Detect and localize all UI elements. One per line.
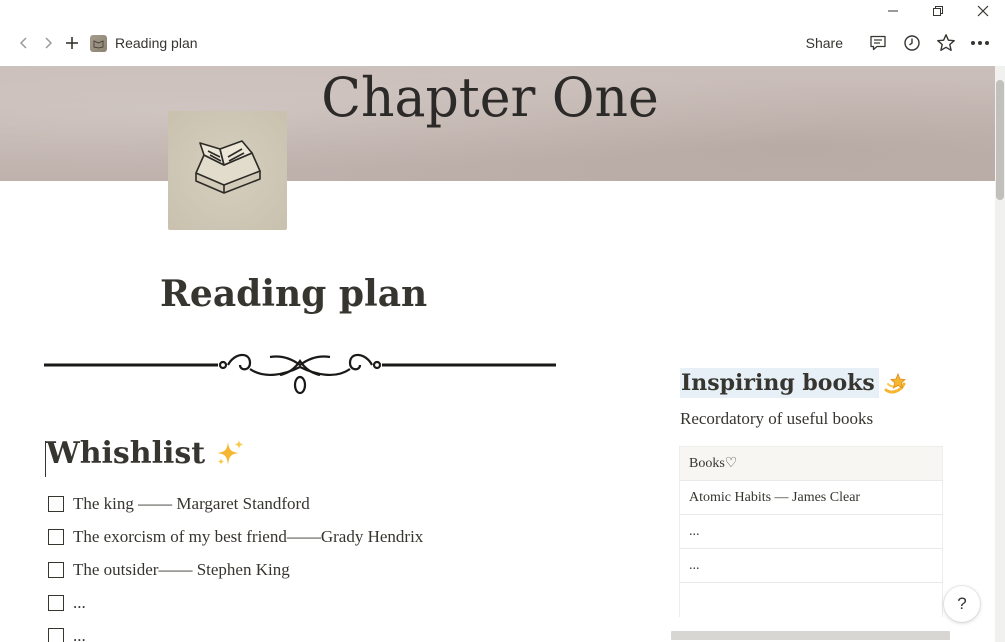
close-icon bbox=[977, 5, 988, 17]
todo-item: ... bbox=[48, 586, 423, 619]
books-table: Books♡ Atomic Habits — James Clear ... .… bbox=[679, 446, 943, 617]
more-icon bbox=[971, 41, 989, 45]
more-button[interactable] bbox=[967, 30, 993, 56]
chevron-left-icon bbox=[19, 37, 27, 49]
forward-button[interactable] bbox=[36, 31, 60, 55]
todo-checkbox[interactable] bbox=[48, 594, 64, 611]
plus-icon bbox=[66, 37, 78, 49]
todo-text[interactable]: ... bbox=[73, 626, 86, 642]
page-scrollbar[interactable] bbox=[995, 66, 1005, 642]
page-cover[interactable]: Chapter One bbox=[0, 66, 996, 181]
page-title[interactable]: Reading plan bbox=[160, 273, 427, 315]
window-controls bbox=[870, 0, 1005, 22]
todo-text[interactable]: The outsider—— Stephen King bbox=[73, 560, 290, 580]
navigation: Reading plan bbox=[12, 30, 198, 56]
comment-icon bbox=[870, 35, 886, 51]
inspiring-books-subtitle[interactable]: Recordatory of useful books bbox=[680, 409, 873, 429]
table-horizontal-scrollbar[interactable] bbox=[671, 631, 950, 640]
book-page-icon bbox=[90, 34, 107, 52]
todo-item: ... bbox=[48, 619, 423, 642]
todo-text[interactable]: ... bbox=[73, 593, 86, 613]
wishlist-todo-list: The king —— Margaret Standford The exorc… bbox=[48, 487, 423, 642]
cover-text: Chapter One bbox=[321, 66, 659, 130]
chevron-right-icon bbox=[45, 37, 53, 49]
todo-checkbox[interactable] bbox=[48, 528, 64, 545]
inspiring-books-heading[interactable]: Inspiring books bbox=[680, 368, 909, 398]
table-header[interactable]: Books♡ bbox=[679, 447, 943, 481]
breadcrumb[interactable]: Reading plan bbox=[90, 34, 198, 52]
shooting-star-icon bbox=[884, 372, 906, 394]
table-row[interactable]: ... bbox=[679, 515, 943, 549]
new-page-button[interactable] bbox=[60, 31, 84, 55]
todo-checkbox[interactable] bbox=[48, 561, 64, 578]
open-book-icon bbox=[195, 140, 261, 194]
table-row[interactable]: ... bbox=[679, 549, 943, 583]
ornament-divider bbox=[44, 353, 556, 395]
todo-item: The exorcism of my best friend——Grady He… bbox=[48, 520, 423, 553]
page-actions: Share bbox=[806, 30, 993, 56]
minimize-icon bbox=[887, 10, 898, 12]
top-bar: Reading plan Share bbox=[0, 0, 1005, 66]
inspiring-books-title: Inspiring books bbox=[680, 368, 879, 398]
todo-item: The king —— Margaret Standford bbox=[48, 487, 423, 520]
todo-text[interactable]: The exorcism of my best friend——Grady He… bbox=[73, 527, 423, 547]
comments-button[interactable] bbox=[865, 30, 891, 56]
table-row[interactable]: Atomic Habits — James Clear bbox=[679, 481, 943, 515]
share-button[interactable]: Share bbox=[806, 35, 843, 51]
history-button[interactable] bbox=[899, 30, 925, 56]
help-label: ? bbox=[957, 594, 967, 613]
todo-text[interactable]: The king —— Margaret Standford bbox=[73, 494, 310, 514]
scrollbar-thumb[interactable] bbox=[996, 80, 1004, 200]
minimize-button[interactable] bbox=[870, 0, 915, 22]
page-icon[interactable] bbox=[168, 111, 287, 230]
todo-item: The outsider—— Stephen King bbox=[48, 553, 423, 586]
restore-icon bbox=[932, 6, 943, 16]
back-button[interactable] bbox=[12, 31, 36, 55]
close-button[interactable] bbox=[960, 0, 1005, 22]
todo-checkbox[interactable] bbox=[48, 495, 64, 512]
star-icon bbox=[937, 34, 955, 51]
restore-button[interactable] bbox=[915, 0, 960, 22]
wishlist-heading[interactable]: Whishlist bbox=[46, 436, 245, 471]
favorite-button[interactable] bbox=[933, 30, 959, 56]
sparkles-icon bbox=[217, 439, 244, 465]
todo-checkbox[interactable] bbox=[48, 627, 64, 642]
wishlist-heading-text: Whishlist bbox=[46, 436, 206, 471]
table-empty-row[interactable] bbox=[679, 583, 943, 617]
breadcrumb-label: Reading plan bbox=[115, 35, 198, 51]
help-button[interactable]: ? bbox=[944, 586, 980, 622]
history-icon bbox=[904, 35, 920, 51]
